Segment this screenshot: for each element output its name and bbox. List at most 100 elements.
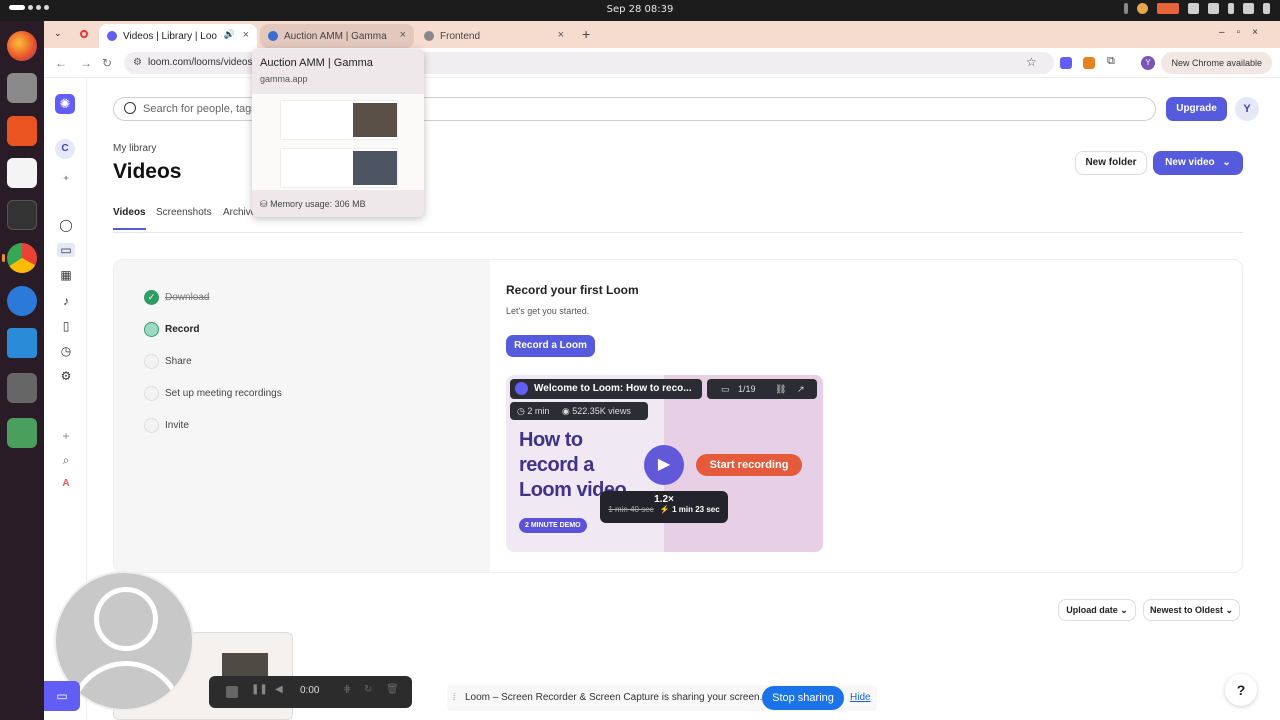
firefox-icon[interactable] xyxy=(7,31,37,61)
grid-icon[interactable]: ⋕ xyxy=(343,684,351,695)
help-button[interactable]: ? xyxy=(1225,674,1257,706)
close-tab-icon[interactable]: × xyxy=(558,29,564,41)
tab-title: Frontend xyxy=(440,30,481,42)
step-label: Share xyxy=(165,356,192,367)
library-icon[interactable]: ▭ xyxy=(57,243,75,257)
stop-sharing-button[interactable]: Stop sharing xyxy=(762,686,844,710)
video-title-pill[interactable]: Welcome to Loom: How to reco... xyxy=(510,379,702,399)
breadcrumb[interactable]: My library xyxy=(113,143,156,154)
step-share[interactable]: Share xyxy=(144,354,192,369)
user-avatar[interactable]: Y xyxy=(1235,97,1259,121)
sort-order-label: Newest to Oldest xyxy=(1149,605,1223,615)
system-tray[interactable] xyxy=(1124,3,1270,14)
speed-pill[interactable]: 1.2× 1 min 40 sec ⚡ 1 min 23 sec xyxy=(600,491,728,523)
close-tab-icon[interactable]: × xyxy=(400,29,406,41)
tab-loom-videos[interactable]: Videos | Library | Loo 🔊 × xyxy=(99,24,257,48)
sped-up-duration: ⚡ 1 min 23 sec xyxy=(659,505,720,514)
browser-tab-strip: ⌄ Videos | Library | Loo 🔊 × Auction AMM… xyxy=(44,21,1280,48)
link-icon[interactable]: ⛓ xyxy=(775,379,786,399)
record-a-loom-button[interactable]: Record a Loom xyxy=(506,335,595,357)
audio-icon[interactable]: 🔊 xyxy=(224,29,235,40)
comment-counter: 1/19 xyxy=(738,384,756,394)
record-subtitle: Let's get you started. xyxy=(506,306,590,316)
original-duration: 1 min 40 sec xyxy=(608,505,654,514)
step-record[interactable]: Record xyxy=(144,322,199,337)
kontakt-icon[interactable] xyxy=(7,158,37,188)
trash-icon[interactable] xyxy=(7,418,37,448)
ssd-drive-icon[interactable] xyxy=(7,373,37,403)
eye-icon: ◉ xyxy=(561,406,570,416)
tooltip-title: Auction AMM | Gamma xyxy=(260,57,373,69)
drag-handle-icon[interactable]: ⦙ xyxy=(453,692,455,703)
comments-icon[interactable]: ▭ xyxy=(721,384,730,394)
calendar-icon[interactable]: ▦ xyxy=(59,268,73,282)
tab-gamma[interactable]: Auction AMM | Gamma × xyxy=(260,24,414,48)
window-controls[interactable]: –▫× xyxy=(1219,27,1270,38)
app-center-icon[interactable] xyxy=(7,116,37,146)
new-video-button[interactable]: New video ⌄ xyxy=(1153,151,1243,175)
bookmark-star-icon[interactable]: ☆ xyxy=(1026,55,1037,69)
bell-icon[interactable]: ♪ xyxy=(59,294,73,308)
chrome-icon[interactable] xyxy=(2,243,37,273)
sort-field-dropdown[interactable]: Upload date ⌄ xyxy=(1058,599,1136,621)
new-folder-button[interactable]: New folder xyxy=(1075,151,1147,175)
vscode-icon[interactable] xyxy=(7,328,37,358)
browser-toolbar: ← → ↻ loom.com/looms/videos ☆ ⧉ Y New Ch… xyxy=(44,48,1280,78)
search-spaces-icon[interactable]: ⌕ xyxy=(59,453,73,467)
pause-icon[interactable]: ❚❚ xyxy=(251,684,268,695)
step-meetings[interactable]: Set up meeting recordings xyxy=(144,386,282,401)
video-duration: 2 min xyxy=(527,406,550,416)
bookmark-icon[interactable]: ▯ xyxy=(59,319,73,333)
tab-preview-image xyxy=(252,94,424,190)
loom-logo[interactable]: ✺ xyxy=(55,94,75,114)
recording-indicator-icon xyxy=(80,30,88,38)
extension-metamask-icon[interactable] xyxy=(1083,57,1095,69)
new-chrome-available-button[interactable]: New Chrome available xyxy=(1161,52,1272,74)
files-icon[interactable] xyxy=(7,73,37,103)
help-icon[interactable] xyxy=(7,286,37,316)
play-button[interactable]: ▶ xyxy=(644,445,684,485)
forward-icon[interactable]: → xyxy=(80,56,92,70)
tab-search-icon[interactable]: ⌄ xyxy=(54,28,62,39)
tab-videos[interactable]: Videos xyxy=(113,207,146,230)
rewind-icon[interactable]: ◀ xyxy=(275,684,283,695)
upgrade-button[interactable]: Upgrade xyxy=(1166,97,1227,121)
workspace-avatar[interactable]: C xyxy=(55,139,75,159)
demo-badge: 2 MINUTE DEMO xyxy=(519,518,587,533)
preview-photo xyxy=(353,151,397,185)
tab-screenshots[interactable]: Screenshots xyxy=(156,207,212,218)
stop-icon[interactable] xyxy=(226,686,238,698)
close-tab-icon[interactable]: × xyxy=(243,29,249,41)
new-tab-icon[interactable]: + xyxy=(582,26,590,42)
reload-icon[interactable]: ↻ xyxy=(102,56,112,70)
loom-record-launcher[interactable]: ▭ xyxy=(44,681,80,711)
system-clock[interactable]: Sep 28 08:39 xyxy=(0,4,1280,15)
history-icon[interactable]: ◷ xyxy=(59,344,73,358)
chevron-down-icon: ⌄ xyxy=(1120,605,1128,615)
onboarding-card: ✓ Download Record Share Set up meeting r… xyxy=(113,259,1243,573)
sort-order-dropdown[interactable]: Newest to Oldest ⌄ xyxy=(1143,599,1240,621)
battery-icon xyxy=(1263,3,1270,14)
extension-loom-icon[interactable] xyxy=(1060,57,1072,69)
back-icon[interactable]: ← xyxy=(55,56,67,70)
delete-icon[interactable]: 🗑 xyxy=(386,684,399,695)
add-space-icon[interactable]: + xyxy=(59,429,73,443)
add-member-icon[interactable]: ⁺ xyxy=(59,173,73,187)
extensions-puzzle-icon[interactable]: ⧉ xyxy=(1107,55,1115,68)
step-label: Invite xyxy=(165,420,189,431)
system-top-bar: Sep 28 08:39 xyxy=(0,0,1280,21)
tab-title: Videos | Library | Loo xyxy=(123,30,217,42)
hide-link[interactable]: Hide xyxy=(850,692,871,703)
tab-frontend[interactable]: Frontend × xyxy=(416,24,572,48)
space-a-icon[interactable]: A xyxy=(59,477,73,491)
tutorial-video-thumbnail[interactable]: Welcome to Loom: How to reco... ▭ 1/19 ⛓… xyxy=(506,375,823,552)
terminal-icon[interactable] xyxy=(7,200,37,230)
personal-icon[interactable]: ◯ xyxy=(59,218,73,232)
open-external-icon[interactable]: ↗ xyxy=(797,379,805,399)
restart-icon[interactable]: ↻ xyxy=(364,684,372,695)
step-invite[interactable]: Invite xyxy=(144,418,189,433)
step-download[interactable]: ✓ Download xyxy=(144,290,209,305)
profile-avatar[interactable]: Y xyxy=(1141,56,1155,70)
volume-icon xyxy=(1243,3,1254,14)
settings-icon[interactable]: ⚙ xyxy=(59,369,73,383)
